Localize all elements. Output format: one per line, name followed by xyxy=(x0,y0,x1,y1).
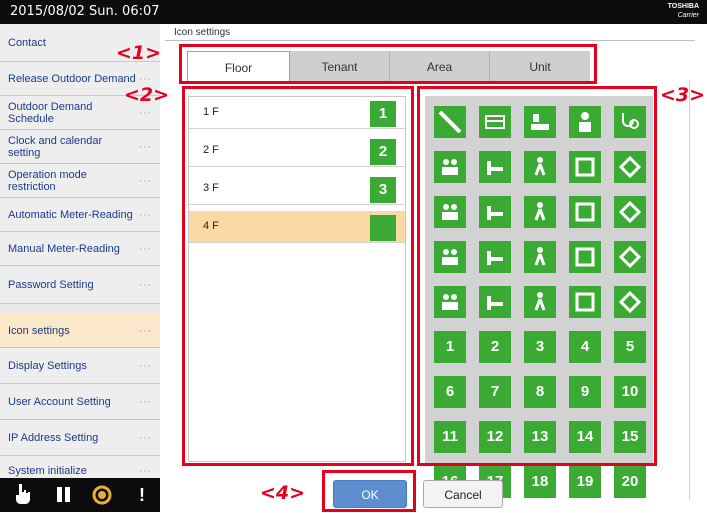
bottom-bar: ! xyxy=(0,478,160,512)
more-dots-icon: ··· xyxy=(139,360,152,371)
more-dots-icon: ··· xyxy=(139,209,152,220)
sidebar-item-label: Manual Meter-Reading xyxy=(8,242,120,255)
datetime: 2015/08/02 Sun. 06:07 xyxy=(10,4,160,19)
section-title: Icon settings xyxy=(174,27,231,38)
number-icon-18[interactable]: 18 xyxy=(524,466,556,498)
sidebar-item-label: IP Address Setting xyxy=(8,431,99,444)
sidebar-item-label: Operation mode restriction xyxy=(8,168,87,193)
sidebar-item-label: User Account Setting xyxy=(8,395,111,408)
more-dots-icon: ··· xyxy=(139,432,152,443)
more-dots-icon: ··· xyxy=(139,73,152,84)
more-dots-icon: ··· xyxy=(139,243,152,254)
brand-logo: TOSHIBA Carrier xyxy=(668,2,699,20)
annotation-marker-4: <4> xyxy=(260,482,306,504)
more-dots-icon: ··· xyxy=(139,141,152,152)
more-dots-icon: ··· xyxy=(139,279,152,290)
divider xyxy=(689,80,690,500)
annotation-marker-1: <1> xyxy=(116,42,162,64)
hand-pointer-icon[interactable] xyxy=(10,483,34,507)
sidebar-item-label: Automatic Meter-Reading xyxy=(8,208,133,221)
top-bar: 2015/08/02 Sun. 06:07 TOSHIBA Carrier xyxy=(0,0,707,24)
sidebar-item-operation-mode[interactable]: Operation mode restriction ··· xyxy=(0,164,160,198)
number-icon-19[interactable]: 19 xyxy=(569,466,601,498)
divider xyxy=(165,40,695,41)
sidebar-item-password[interactable]: Password Setting ··· xyxy=(0,266,160,304)
number-icon-20[interactable]: 20 xyxy=(614,466,646,498)
annotation-marker-3: <3> xyxy=(660,84,706,106)
sidebar-item-label: Outdoor Demand Schedule xyxy=(8,100,93,125)
annotation-box-2 xyxy=(182,86,414,466)
brand-line-2: Carrier xyxy=(677,12,699,19)
annotation-box-4 xyxy=(322,470,416,512)
sidebar-item-display-settings[interactable]: Display Settings ··· xyxy=(0,348,160,384)
sidebar-item-label: Clock and calendar setting xyxy=(8,134,103,159)
pause-icon[interactable] xyxy=(52,483,76,507)
sidebar-item-user-account[interactable]: User Account Setting ··· xyxy=(0,384,160,420)
sidebar-item-ip-address[interactable]: IP Address Setting ··· xyxy=(0,420,160,456)
sidebar-item-automatic-meter[interactable]: Automatic Meter-Reading ··· xyxy=(0,198,160,232)
more-dots-icon: ··· xyxy=(139,175,152,186)
sidebar-item-label: Release Outdoor Demand xyxy=(8,72,136,85)
more-dots-icon: ··· xyxy=(139,465,152,477)
sidebar-item-clock-calendar[interactable]: Clock and calendar setting ··· xyxy=(0,130,160,164)
more-dots-icon: ··· xyxy=(139,107,152,118)
sidebar-item-label: Password Setting xyxy=(8,278,94,291)
sidebar-item-system-initialize[interactable]: System initialize ··· xyxy=(0,456,160,478)
more-dots-icon: ··· xyxy=(139,325,152,336)
more-dots-icon: ··· xyxy=(139,396,152,407)
sidebar-item-label: System initialize xyxy=(8,465,87,478)
annotation-marker-2: <2> xyxy=(124,84,170,106)
annotation-box-1 xyxy=(179,44,597,84)
sidebar-item-label: Display Settings xyxy=(8,359,87,372)
sun-icon[interactable] xyxy=(90,483,114,507)
sidebar-item-manual-meter[interactable]: Manual Meter-Reading ··· xyxy=(0,232,160,266)
sidebar-item-icon-settings[interactable]: Icon settings ··· xyxy=(0,314,160,348)
cancel-button[interactable]: Cancel xyxy=(423,480,503,508)
sidebar-item-label: Icon settings xyxy=(8,324,70,337)
brand-line-1: TOSHIBA xyxy=(667,3,699,10)
alert-icon[interactable]: ! xyxy=(130,483,154,507)
annotation-box-3 xyxy=(417,86,657,466)
